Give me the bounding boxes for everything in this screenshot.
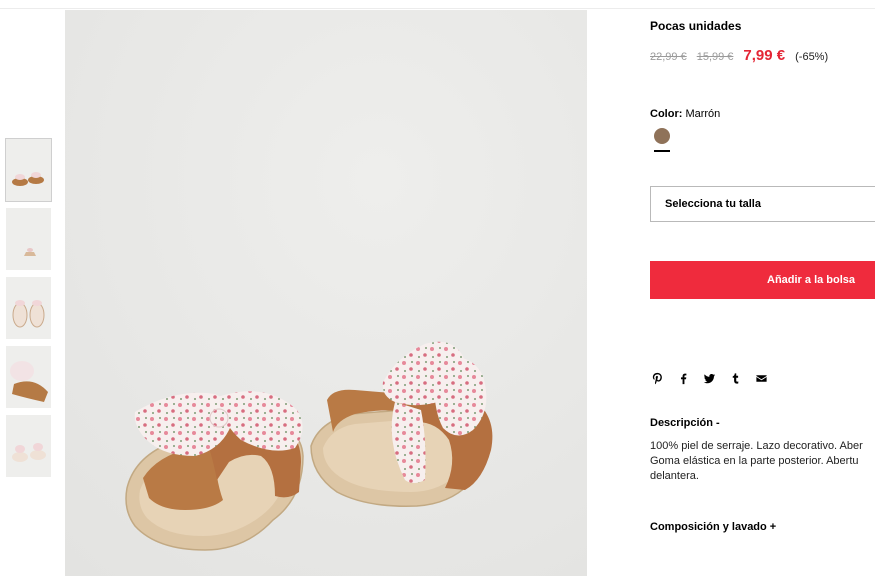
thumbnail-2[interactable] — [6, 208, 51, 270]
facebook-icon[interactable] — [676, 371, 690, 385]
add-to-bag-button[interactable]: Añadir a la bolsa — [650, 261, 875, 299]
current-price: 7,99 € — [743, 47, 786, 64]
price-row: 22,99 € 15,99 € 7,99 € (-65%) — [650, 47, 828, 64]
description-title[interactable]: Descripción - — [650, 417, 720, 429]
top-divider — [0, 0, 875, 9]
tumblr-icon[interactable] — [728, 371, 742, 385]
description-line: delantera. — [650, 470, 699, 482]
product-main-image[interactable] — [65, 10, 587, 576]
email-icon[interactable] — [754, 371, 768, 385]
size-select[interactable]: Selecciona tu talla — [650, 186, 875, 222]
original-price: 22,99 € — [650, 51, 687, 63]
description-line: Goma elástica en la parte posterior. Abe… — [650, 455, 859, 467]
color-label: Color: — [650, 108, 683, 120]
thumbnail-5[interactable] — [6, 415, 51, 477]
twitter-icon[interactable] — [702, 371, 716, 385]
composition-toggle[interactable]: Composición y lavado + — [650, 521, 776, 533]
selected-swatch-indicator — [654, 150, 670, 152]
description-line: 100% piel de serraje. Lazo decorativo. A… — [650, 440, 863, 452]
previous-price: 15,99 € — [696, 51, 734, 63]
discount-label: (-65%) — [795, 51, 829, 63]
thumbnail-3[interactable] — [6, 277, 51, 339]
thumbnail-4[interactable] — [6, 346, 51, 408]
thumbnail-1[interactable] — [5, 138, 52, 202]
color-value: Marrón — [685, 108, 721, 120]
color-swatch-marron[interactable] — [654, 128, 670, 144]
thumbnail-list — [5, 138, 52, 484]
share-bar — [650, 371, 780, 385]
color-label-row: Color: Marrón — [650, 108, 720, 120]
stock-label: Pocas unidades — [650, 19, 742, 33]
pinterest-icon[interactable] — [650, 371, 664, 385]
description-text: 100% piel de serraje. Lazo decorativo. A… — [650, 439, 875, 487]
